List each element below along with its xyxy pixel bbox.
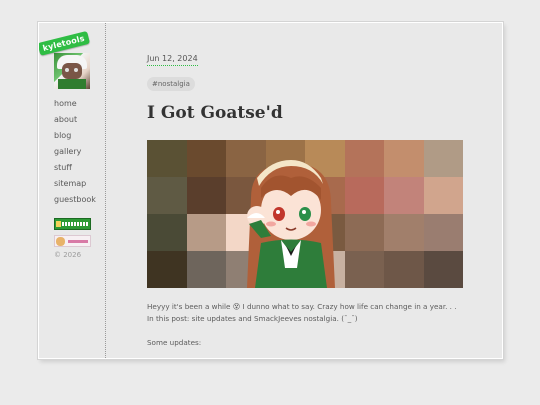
friend-button-banner[interactable] (54, 235, 91, 247)
post-intro: Heyyy it's been a while 😵 I dunno what t… (147, 301, 472, 325)
hero-mosaic-cell (186, 140, 226, 177)
sidebar-item-guestbook[interactable]: guestbook (54, 195, 96, 211)
anime-character-illustration (247, 160, 335, 288)
post-title: I Got Goatse'd (147, 103, 283, 123)
post-content: Jun 12, 2024 #nostalgia I Got Goatse'd H… (147, 23, 472, 358)
sidebar-item-blog[interactable]: blog (54, 131, 96, 147)
hero-mosaic-cell (186, 177, 226, 214)
hero-mosaic-cell (384, 251, 424, 288)
hero-mosaic-cell (384, 177, 424, 214)
site-button-banner[interactable] (54, 218, 91, 230)
post-date: Jun 12, 2024 (147, 54, 198, 66)
hero-mosaic-cell (384, 140, 424, 177)
hero-mosaic-cell (147, 214, 187, 251)
sidebar-item-about[interactable]: about (54, 115, 96, 131)
hero-mosaic-cell (423, 177, 463, 214)
avatar[interactable] (54, 53, 90, 89)
hero-mosaic-cell (384, 214, 424, 251)
hero-mosaic-cell (423, 214, 463, 251)
hero-mosaic-cell (147, 177, 187, 214)
hero-mosaic-cell (186, 214, 226, 251)
updates-heading: Some updates: (147, 338, 202, 347)
sidebar: kyletools home about blog gallery stuff … (39, 23, 105, 358)
copyright-text: © 2026 (54, 251, 82, 259)
hero-mosaic-cell (423, 251, 463, 288)
sidebar-item-gallery[interactable]: gallery (54, 147, 96, 163)
hero-mosaic-cell (147, 251, 187, 288)
post-tag[interactable]: #nostalgia (147, 77, 195, 91)
hero-mosaic-cell (186, 251, 226, 288)
sidebar-item-sitemap[interactable]: sitemap (54, 179, 96, 195)
intro-line-2: In this post: site updates and SmackJeev… (147, 314, 358, 323)
hero-mosaic-cell (147, 140, 187, 177)
intro-line-1: Heyyy it's been a while 😵 I dunno what t… (147, 302, 457, 311)
sidebar-nav: home about blog gallery stuff sitemap gu… (54, 99, 96, 211)
sidebar-item-home[interactable]: home (54, 99, 96, 115)
hero-image (147, 140, 463, 288)
page-window: kyletools home about blog gallery stuff … (38, 22, 503, 359)
hero-mosaic-cell (423, 140, 463, 177)
sidebar-divider (105, 23, 106, 358)
sidebar-item-stuff[interactable]: stuff (54, 163, 96, 179)
